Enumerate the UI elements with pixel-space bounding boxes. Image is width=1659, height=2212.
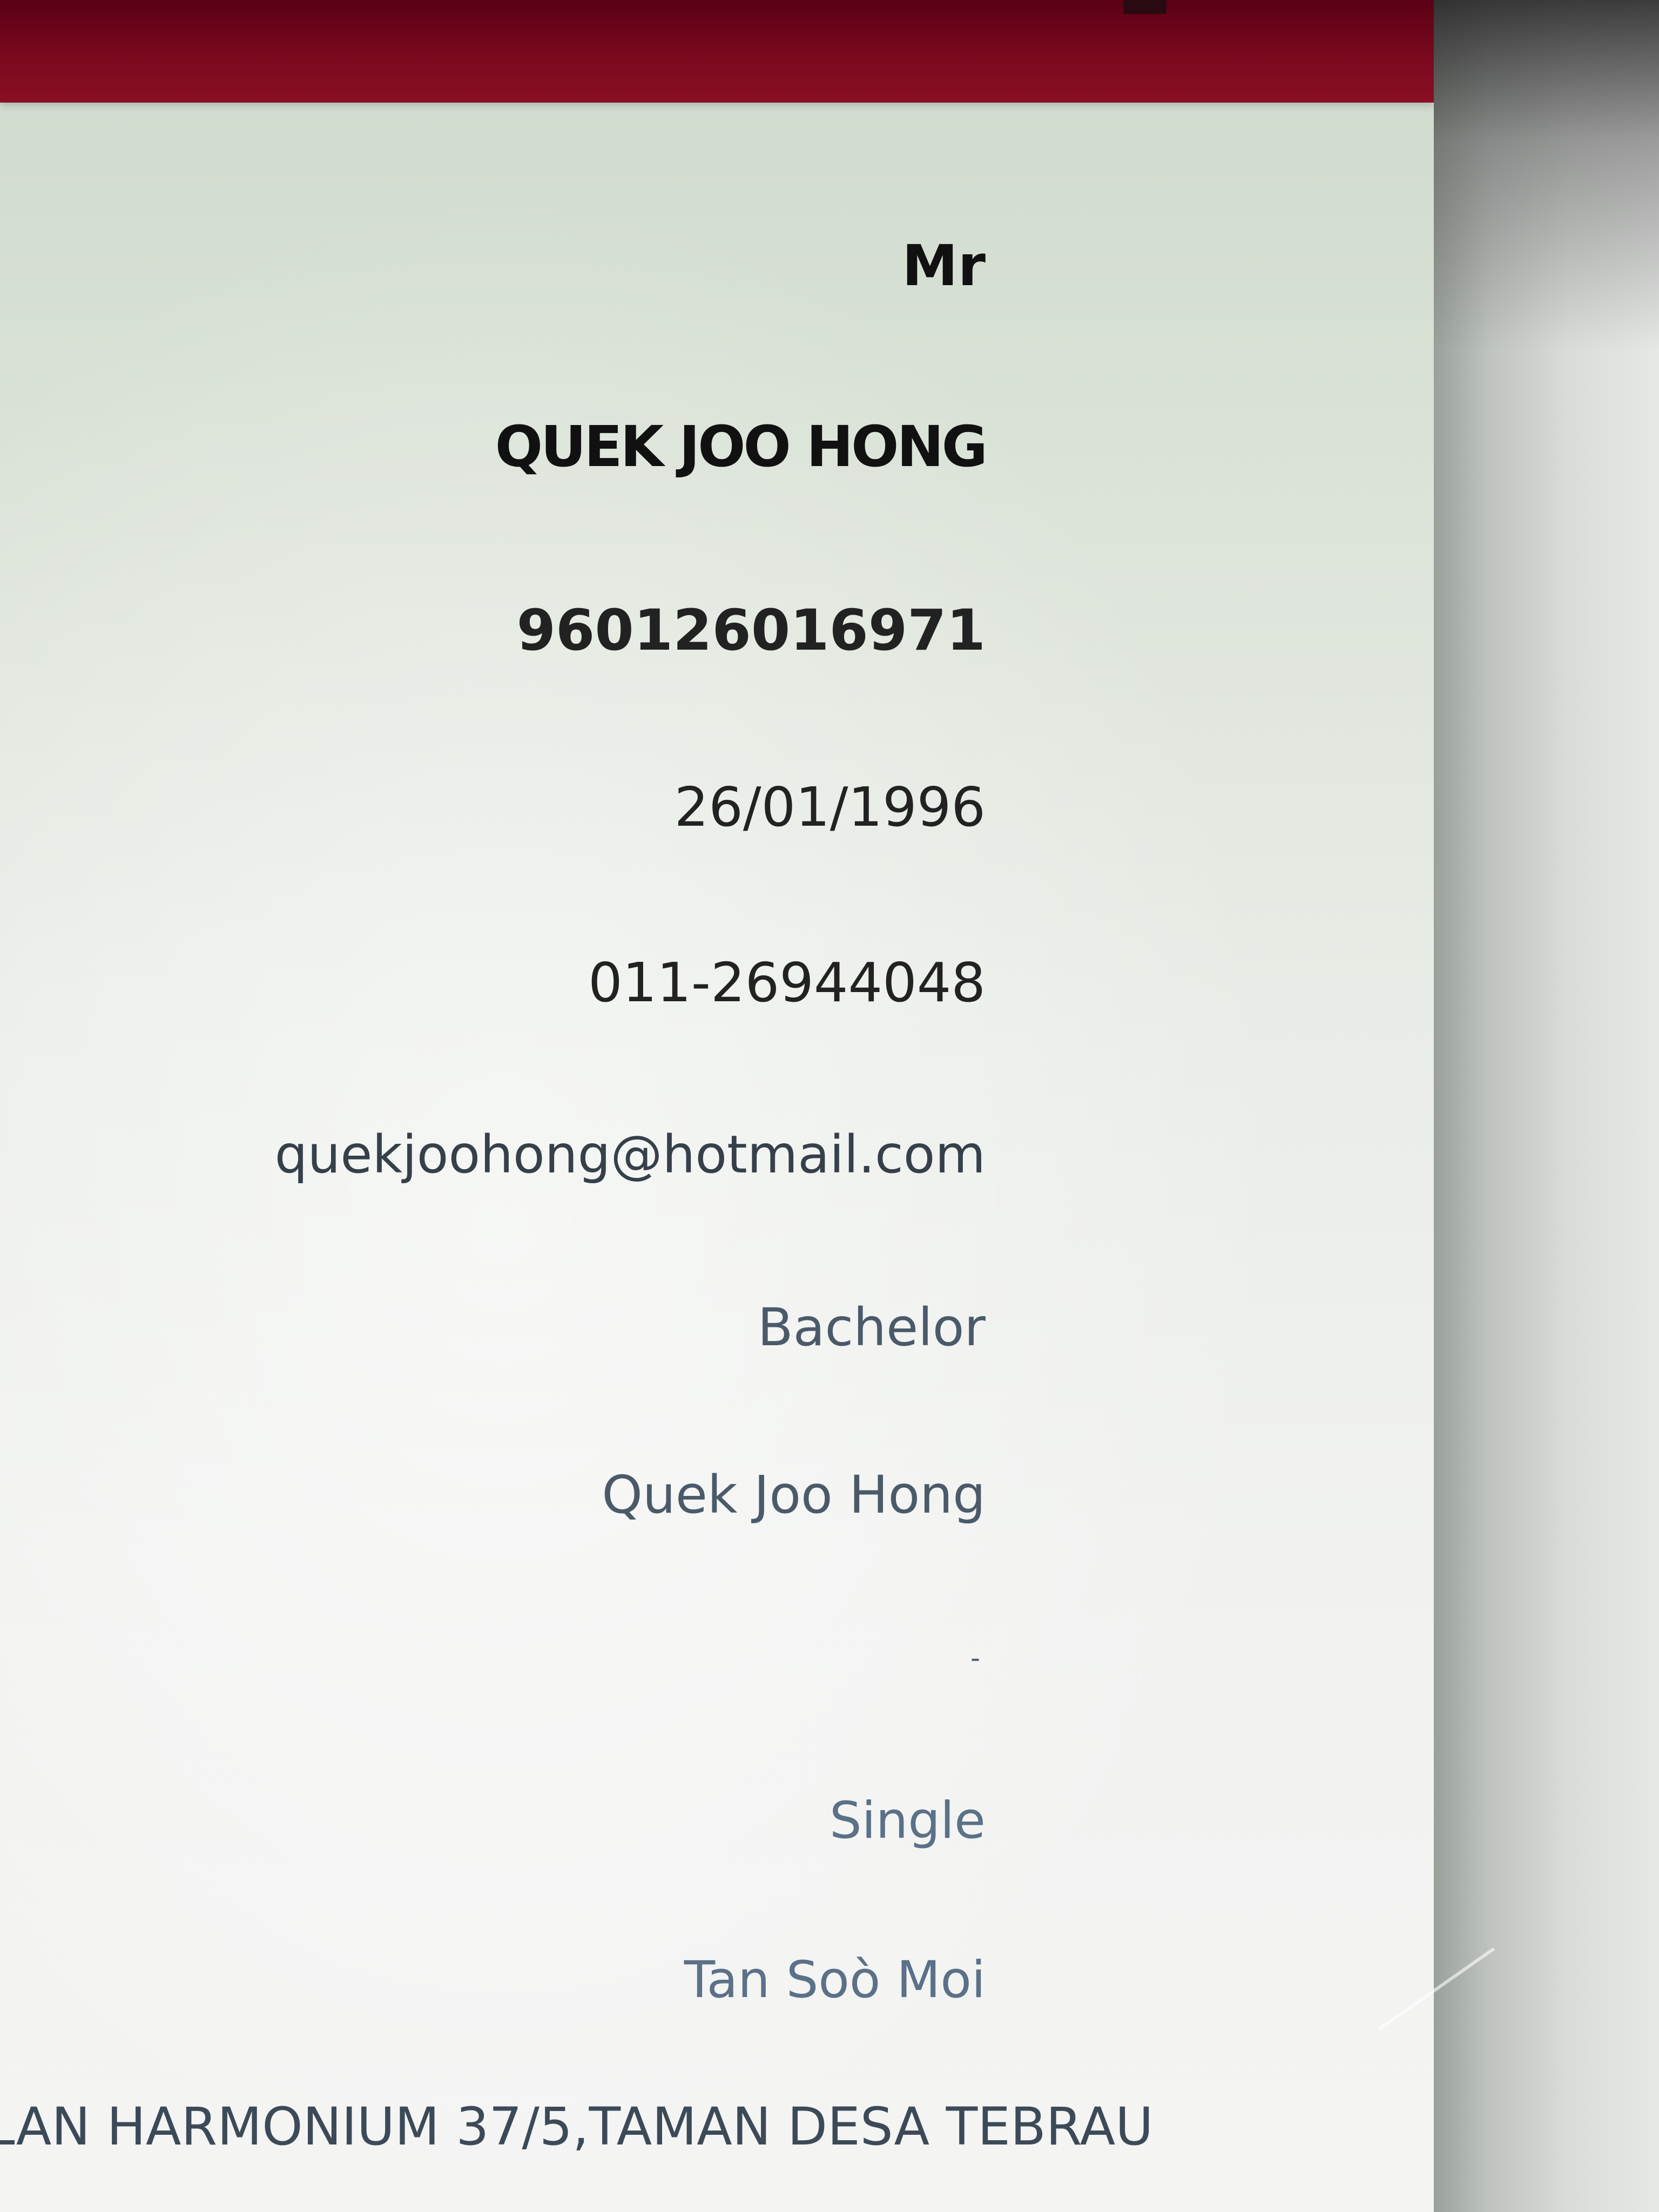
phone-value: 011-26944048	[588, 951, 986, 1014]
title-value: Mr	[902, 233, 986, 299]
education-value: Bachelor	[757, 1297, 986, 1358]
full-name-value: QUEK JOO HONG	[495, 414, 988, 480]
header-icon	[1123, 0, 1166, 14]
marital-status-value: Single	[830, 1791, 986, 1850]
date-of-birth-value: 26/01/1996	[674, 775, 986, 839]
account-name-value: Quek Joo Hong	[602, 1465, 986, 1525]
screen: Mr QUEK JOO HONG 960126016971 26/01/1996…	[0, 0, 1434, 2212]
mother-name-value: Tan Soò Moi	[684, 1951, 986, 2009]
address-value: LAN HARMONIUM 37/5,TAMAN DESA TEBRAU	[0, 2096, 1154, 2157]
header-bar	[0, 0, 1434, 103]
ic-number-value: 960126016971	[516, 597, 986, 663]
empty-field-value: -	[970, 1642, 980, 1674]
bezel-shadow	[1434, 0, 1659, 351]
email-value: quekjoohong@hotmail.com	[274, 1124, 986, 1185]
